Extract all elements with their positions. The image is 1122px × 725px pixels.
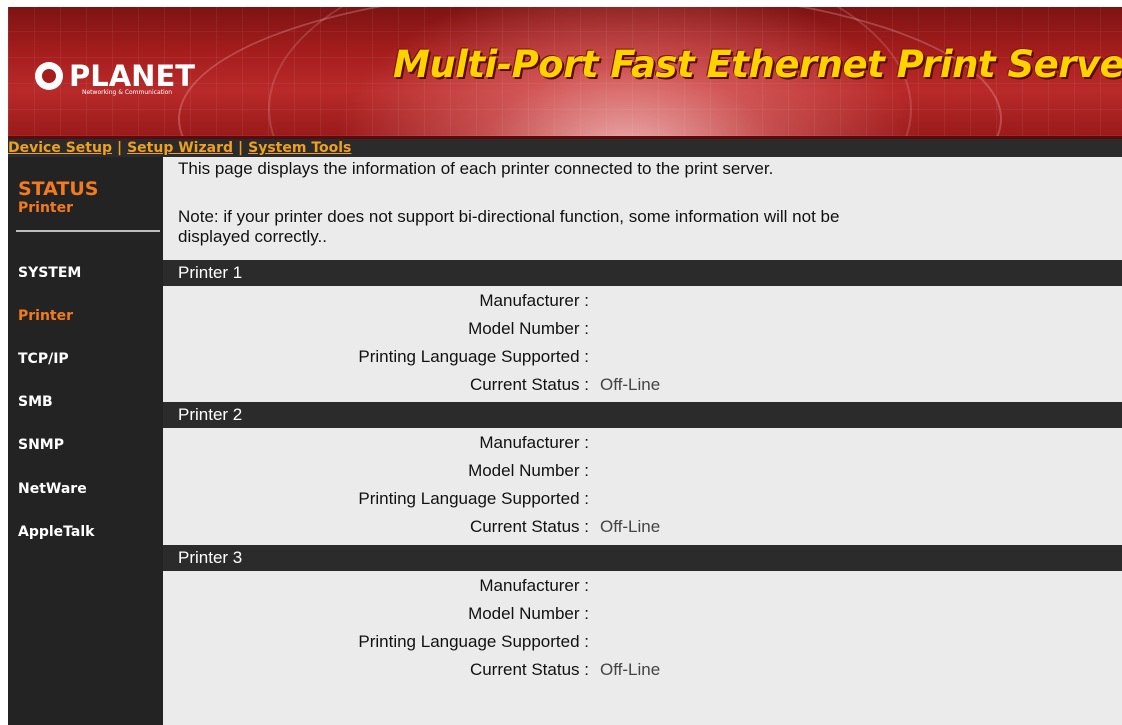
printer-1-model-row: Model Number : bbox=[163, 315, 1122, 343]
banner-title: Multi-Port Fast Ethernet Print Server bbox=[393, 43, 1122, 86]
sidebar-item-netware[interactable]: NetWare bbox=[18, 481, 87, 497]
sidebar-item-smb[interactable]: SMB bbox=[18, 394, 53, 410]
language-label: Printing Language Supported : bbox=[358, 632, 589, 651]
print-server-page: PLANET Networking & Communication Multi-… bbox=[8, 7, 1122, 725]
nav-separator: | bbox=[238, 140, 244, 156]
sidebar-item-appletalk[interactable]: AppleTalk bbox=[18, 524, 94, 540]
status-value: Off-Line bbox=[600, 517, 661, 536]
printer-2-model-row: Model Number : bbox=[163, 457, 1122, 485]
printer-2-manufacturer-row: Manufacturer : bbox=[163, 429, 1122, 457]
sidebar: STATUS Printer SYSTEM Printer TCP/IP SMB… bbox=[8, 157, 163, 725]
printer-2-language-row: Printing Language Supported : bbox=[163, 485, 1122, 513]
status-value: Off-Line bbox=[600, 375, 661, 394]
logo-tagline: Networking & Communication bbox=[82, 89, 173, 96]
nav-separator: | bbox=[116, 140, 123, 156]
printer-3-language-row: Printing Language Supported : bbox=[163, 628, 1122, 656]
nav-device-setup[interactable]: Device Setup bbox=[8, 140, 112, 156]
intro-text: This page displays the information of ea… bbox=[178, 159, 774, 178]
printer-1-status-row: Current Status : Off-Line bbox=[163, 371, 1122, 399]
printer-1-manufacturer-row: Manufacturer : bbox=[163, 287, 1122, 315]
planet-logo-icon bbox=[35, 62, 63, 90]
printer-3-status-row: Current Status : Off-Line bbox=[163, 656, 1122, 684]
nav-system-tools[interactable]: System Tools bbox=[248, 140, 351, 156]
model-label: Model Number : bbox=[468, 461, 589, 480]
status-label: Current Status : bbox=[469, 660, 589, 679]
header-banner: PLANET Networking & Communication Multi-… bbox=[8, 7, 1122, 139]
sidebar-heading: STATUS bbox=[18, 178, 99, 200]
language-label: Printing Language Supported : bbox=[358, 347, 589, 366]
status-label: Current Status : bbox=[469, 517, 589, 536]
model-label: Model Number : bbox=[468, 604, 589, 623]
sidebar-item-system[interactable]: SYSTEM bbox=[18, 265, 81, 281]
model-label: Model Number : bbox=[468, 319, 589, 338]
printer-2-header: Printer 2 bbox=[163, 402, 1122, 428]
manufacturer-label: Manufacturer : bbox=[479, 576, 589, 595]
top-navigation: Device Setup | Setup Wizard | System Tools bbox=[8, 139, 1122, 157]
sidebar-divider bbox=[16, 230, 160, 232]
printer-1-language-row: Printing Language Supported : bbox=[163, 343, 1122, 371]
printer-3-model-row: Model Number : bbox=[163, 600, 1122, 628]
printer-3-manufacturer-row: Manufacturer : bbox=[163, 572, 1122, 600]
sidebar-item-tcpip[interactable]: TCP/IP bbox=[18, 351, 69, 367]
sidebar-item-snmp[interactable]: SNMP bbox=[18, 437, 64, 453]
sidebar-subheading: Printer bbox=[18, 200, 74, 216]
logo-text: PLANET bbox=[69, 59, 196, 93]
main-content: This page displays the information of ea… bbox=[163, 157, 1122, 725]
status-value: Off-Line bbox=[600, 660, 661, 679]
printer-1-header: Printer 1 bbox=[163, 260, 1122, 286]
sidebar-item-printer[interactable]: Printer bbox=[18, 308, 73, 324]
printer-2-status-row: Current Status : Off-Line bbox=[163, 513, 1122, 541]
language-label: Printing Language Supported : bbox=[358, 489, 589, 508]
manufacturer-label: Manufacturer : bbox=[479, 291, 589, 310]
nav-setup-wizard[interactable]: Setup Wizard bbox=[127, 140, 233, 156]
manufacturer-label: Manufacturer : bbox=[479, 433, 589, 452]
status-label: Current Status : bbox=[469, 375, 589, 394]
note-text-line1: Note: if your printer does not support b… bbox=[178, 207, 840, 226]
note-text-line2: displayed correctly.. bbox=[178, 227, 327, 246]
printer-3-header: Printer 3 bbox=[163, 545, 1122, 571]
